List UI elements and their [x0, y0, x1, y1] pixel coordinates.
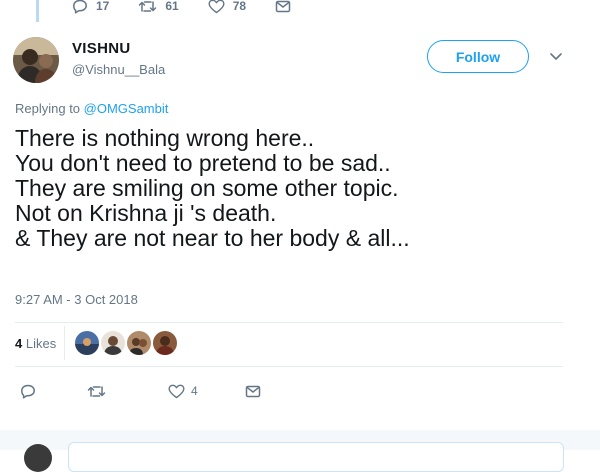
tweet-line: They are smiling on some other topic.	[15, 175, 399, 201]
tweet-text: There is nothing wrong here.. You don't …	[15, 126, 575, 251]
replying-to-line: Replying to @OMGSambit	[15, 101, 168, 116]
previous-message-action[interactable]	[275, 0, 291, 13]
avatar[interactable]	[13, 37, 59, 83]
liker-avatar[interactable]	[127, 331, 152, 355]
tweet-line: There is nothing wrong here..	[15, 125, 315, 151]
direct-message-icon	[245, 385, 261, 398]
tweet-actions: 4	[20, 382, 261, 400]
previous-like-action[interactable]: 78	[208, 0, 246, 14]
retweet-icon	[87, 385, 106, 398]
previous-tweet-actions: 17 61 78	[72, 0, 320, 16]
reply-icon	[72, 0, 88, 14]
previous-retweet-count: 61	[165, 0, 179, 13]
likes-row: 4 Likes	[15, 326, 179, 360]
likes-count[interactable]: 4 Likes	[15, 336, 56, 351]
previous-reply-action[interactable]: 17	[72, 0, 109, 14]
liker-avatar[interactable]	[75, 331, 100, 355]
tweet-line: You don't need to pretend to be sad..	[15, 150, 391, 176]
previous-like-count: 78	[232, 0, 247, 13]
heart-icon	[168, 384, 185, 399]
reply-icon	[20, 384, 36, 399]
liker-avatar[interactable]	[101, 331, 126, 355]
likes-number: 4	[15, 335, 23, 351]
direct-message-button[interactable]	[245, 385, 261, 398]
composer-avatar	[24, 444, 52, 472]
retweet-button[interactable]	[87, 385, 168, 398]
user-display-name[interactable]: VISHNU	[72, 40, 130, 57]
reply-input[interactable]	[68, 442, 564, 472]
divider	[15, 322, 563, 323]
liker-avatar[interactable]	[153, 331, 178, 355]
direct-message-icon	[275, 0, 291, 13]
user-handle[interactable]: @Vishnu__Bala	[72, 62, 165, 77]
tweet-line: Not on Krishna ji 's death.	[15, 200, 277, 226]
heart-icon	[208, 0, 225, 14]
reply-button[interactable]	[20, 384, 87, 399]
likes-separator	[64, 326, 66, 360]
retweet-icon	[138, 0, 157, 13]
tweet-timestamp[interactable]: 9:27 AM - 3 Oct 2018	[15, 292, 138, 307]
divider	[15, 366, 563, 367]
replying-prefix: Replying to	[15, 101, 84, 116]
likes-label: Likes	[25, 335, 57, 351]
like-count: 4	[191, 384, 198, 398]
like-button[interactable]: 4	[168, 384, 245, 399]
chevron-down-icon[interactable]	[549, 52, 563, 61]
follow-button[interactable]: Follow	[427, 40, 529, 73]
tweet-line: & They are not near to her body & all...	[15, 225, 410, 251]
thread-connector-line	[36, 0, 39, 22]
previous-reply-count: 17	[96, 0, 110, 13]
previous-retweet-action[interactable]: 61	[138, 0, 179, 13]
replying-to-mention[interactable]: @OMGSambit	[84, 101, 169, 116]
